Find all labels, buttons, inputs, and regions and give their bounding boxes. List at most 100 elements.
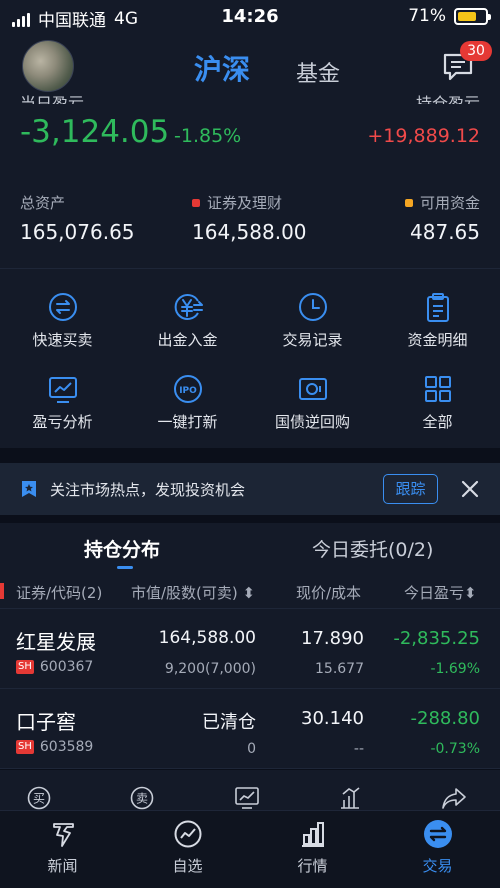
nav-news[interactable]: 新闻 bbox=[0, 819, 125, 876]
action-trade-records[interactable]: 交易记录 bbox=[250, 291, 375, 371]
notification-badge: 30 bbox=[460, 41, 492, 61]
nav-watchlist[interactable]: 自选 bbox=[125, 819, 250, 876]
nav-market[interactable]: 行情 bbox=[250, 819, 375, 876]
col-today-pl[interactable]: 今日盈亏⬍ bbox=[404, 582, 477, 603]
tab-today-orders[interactable]: 今日委托(0/2) bbox=[312, 535, 433, 562]
available-funds-value: 487.65 bbox=[410, 220, 480, 244]
cost-price: -- bbox=[353, 741, 364, 757]
col-price-cost[interactable]: 现价/成本 bbox=[296, 582, 361, 603]
day-pl-label: 当日盈亏 bbox=[20, 94, 85, 104]
nav-label: 新闻 bbox=[47, 857, 78, 875]
table-row[interactable]: 红星发展 SH 600367 164,588.00 9,200(7,000) 1… bbox=[0, 609, 500, 689]
action-label: 快速买卖 bbox=[32, 331, 93, 349]
sort-icon: ⬍ bbox=[464, 584, 477, 602]
current-price: 30.140 bbox=[301, 708, 364, 729]
app-header: 沪深 基金 30 bbox=[0, 34, 500, 96]
securities-dot-icon bbox=[192, 198, 200, 207]
total-assets-value: 165,076.65 bbox=[20, 220, 135, 244]
cost-price: 15.677 bbox=[315, 661, 364, 677]
svg-text:卖: 卖 bbox=[136, 792, 148, 806]
section-marker bbox=[0, 583, 4, 599]
day-profit-loss-percent: -1.85% bbox=[174, 125, 242, 147]
battery-percent: 71% bbox=[408, 6, 446, 26]
market-value: 已清仓 bbox=[202, 712, 256, 733]
market-value: 164,588.00 bbox=[158, 628, 256, 648]
stock-code: 600367 bbox=[39, 659, 94, 675]
tab-fund[interactable]: 基金 bbox=[296, 56, 340, 88]
action-label: 全部 bbox=[422, 413, 453, 431]
row-operation-bar: 买 卖 bbox=[0, 770, 500, 810]
svg-text:IPO: IPO bbox=[179, 386, 197, 396]
clipboard-icon bbox=[426, 293, 449, 322]
market-badge: SH bbox=[16, 660, 34, 674]
action-pl-analysis[interactable]: 盈亏分析 bbox=[0, 373, 125, 453]
action-label: 出金入金 bbox=[157, 331, 218, 349]
trend-icon[interactable] bbox=[234, 786, 260, 810]
news-icon bbox=[52, 823, 74, 847]
yuan-transfer-icon bbox=[174, 294, 203, 320]
action-ipo-subscribe[interactable]: IPO 一键打新 bbox=[125, 373, 250, 453]
total-assets-label: 总资产 bbox=[20, 194, 66, 212]
action-label: 盈亏分析 bbox=[32, 413, 93, 431]
action-fund-details[interactable]: 资金明细 bbox=[375, 291, 500, 371]
today-pl: -2,835.25 bbox=[393, 628, 480, 649]
account-summary: 当日盈亏 持仓盈亏 -3,124.05 -1.85% +19,889.12 总资… bbox=[0, 94, 500, 268]
watchlist-icon bbox=[174, 820, 201, 848]
tab-holdings[interactable]: 持仓分布 bbox=[84, 535, 160, 562]
table-header: 证券/代码(2) 市值/股数(可卖) ⬍ 现价/成本 今日盈亏⬍ bbox=[0, 575, 500, 609]
current-price: 17.890 bbox=[301, 628, 364, 649]
action-bond-repo[interactable]: 国债逆回购 bbox=[250, 373, 375, 453]
quantity: 0 bbox=[247, 741, 256, 757]
today-pl-percent: -1.69% bbox=[430, 661, 480, 677]
day-profit-loss: -3,124.05 bbox=[20, 114, 170, 150]
svg-text:买: 买 bbox=[33, 792, 45, 806]
quick-actions: 快速买卖 出金入金 交易记录 资金明细 盈亏分析 IPO 一键打新 国债逆回购 … bbox=[0, 268, 500, 448]
banner-text: 关注市场热点，发现投资机会 bbox=[50, 481, 246, 499]
share-icon[interactable] bbox=[441, 786, 467, 810]
nav-label: 行情 bbox=[297, 857, 328, 875]
analysis-icon[interactable] bbox=[338, 786, 362, 810]
tab-shanghai-shenzhen[interactable]: 沪深 bbox=[194, 48, 250, 88]
table-row[interactable]: 口子窖 SH 603589 已清仓 0 30.140 -- -288.80 -0… bbox=[0, 689, 500, 769]
stock-name: 红星发展 bbox=[16, 630, 96, 654]
stock-name: 口子窖 bbox=[16, 710, 76, 734]
action-quick-trade[interactable]: 快速买卖 bbox=[0, 291, 125, 371]
battery-icon bbox=[454, 7, 491, 25]
promo-banner: 关注市场热点，发现投资机会 跟踪 bbox=[0, 463, 500, 515]
today-pl: -288.80 bbox=[410, 708, 480, 729]
chart-icon bbox=[48, 377, 77, 403]
sell-icon[interactable]: 卖 bbox=[130, 786, 154, 810]
avatar[interactable] bbox=[22, 40, 74, 92]
close-icon[interactable] bbox=[460, 479, 480, 499]
bookmark-star-icon bbox=[22, 481, 36, 497]
status-bar: 中国联通 4G 14:26 71% bbox=[0, 0, 500, 34]
nav-label: 交易 bbox=[422, 857, 453, 875]
action-label: 国债逆回购 bbox=[274, 413, 350, 431]
trade-icon bbox=[423, 820, 452, 848]
nav-trade[interactable]: 交易 bbox=[375, 819, 500, 876]
securities-value: 164,588.00 bbox=[192, 220, 307, 244]
track-button[interactable]: 跟踪 bbox=[383, 474, 438, 504]
hold-pl-label: 持仓盈亏 bbox=[415, 94, 480, 104]
grid-icon bbox=[424, 376, 451, 402]
action-all[interactable]: 全部 bbox=[375, 373, 500, 453]
tab-underline bbox=[117, 566, 133, 569]
bottom-nav: 新闻 自选 行情 交易 bbox=[0, 810, 500, 888]
today-pl-percent: -0.73% bbox=[430, 741, 480, 757]
action-deposit-withdraw[interactable]: 出金入金 bbox=[125, 291, 250, 371]
buy-icon[interactable]: 买 bbox=[27, 786, 51, 810]
action-label: 一键打新 bbox=[157, 413, 218, 431]
col-security[interactable]: 证券/代码(2) bbox=[16, 582, 102, 603]
market-badge: SH bbox=[16, 740, 34, 754]
clock-icon bbox=[298, 293, 327, 321]
action-label: 资金明细 bbox=[407, 331, 468, 349]
ipo-icon: IPO bbox=[173, 375, 202, 403]
quantity: 9,200(7,000) bbox=[164, 661, 256, 677]
position-tabs: 持仓分布 今日委托(0/2) bbox=[0, 523, 500, 575]
sort-icon: ⬍ bbox=[242, 584, 256, 602]
nav-label: 自选 bbox=[172, 857, 203, 875]
holding-profit-loss: +19,889.12 bbox=[367, 125, 480, 147]
col-market-value[interactable]: 市值/股数(可卖) ⬍ bbox=[131, 582, 255, 603]
swap-icon bbox=[48, 293, 77, 321]
available-funds-label: 可用资金 bbox=[404, 192, 480, 213]
